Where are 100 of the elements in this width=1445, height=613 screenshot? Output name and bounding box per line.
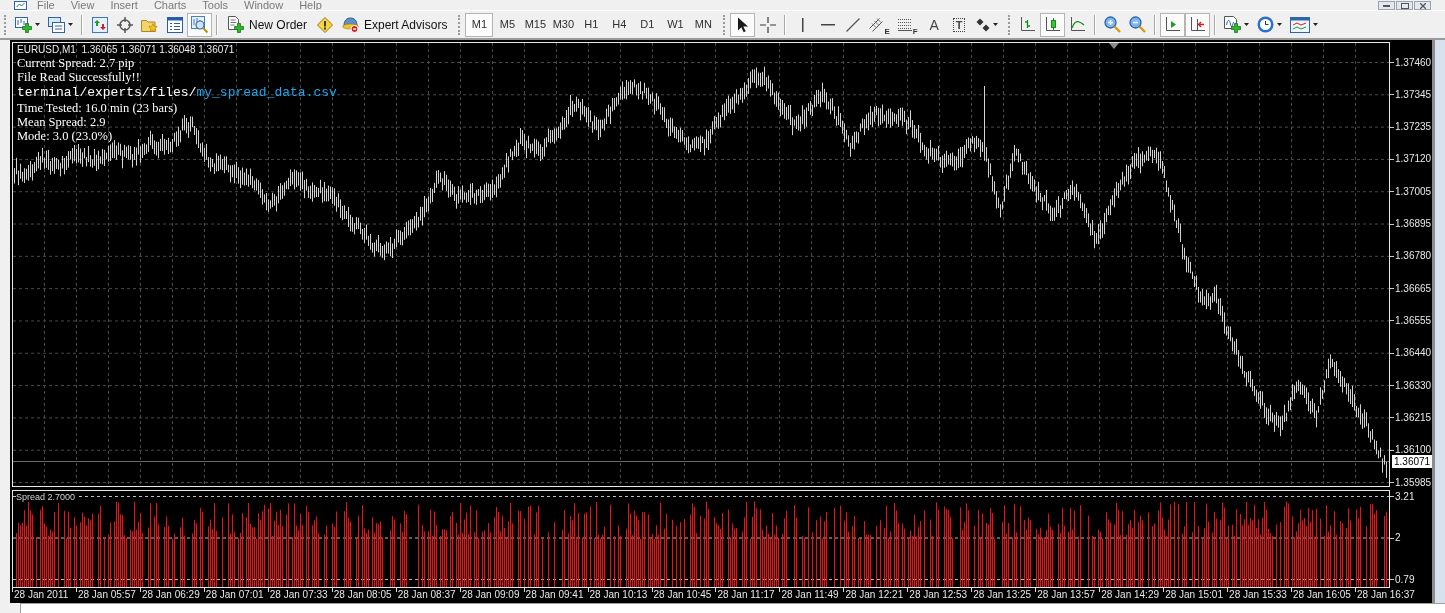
indicator-axis-label: 2	[1395, 532, 1401, 543]
cursor-button[interactable]	[730, 12, 756, 37]
bar-chart-icon	[1019, 16, 1036, 33]
comment-line: Current Spread: 2.7 pip	[17, 56, 135, 70]
hatched-channel-icon	[869, 17, 884, 32]
time-label: 28 Jan 10:13	[589, 589, 648, 601]
menu-item[interactable]: View	[70, 0, 95, 10]
clock-icon	[1256, 16, 1274, 33]
warning-icon	[316, 16, 333, 33]
timeframe-tab[interactable]: M30	[549, 12, 578, 37]
price-label: 1.36100	[1395, 444, 1432, 456]
candlesticks-button[interactable]	[1039, 12, 1065, 37]
template-icon	[1289, 16, 1310, 33]
timeframe-tab[interactable]: M5	[493, 12, 522, 37]
channel-button[interactable]: E	[865, 12, 894, 37]
time-label: 28 Jan 15:01	[1165, 589, 1223, 601]
menu-item[interactable]: Charts	[153, 0, 187, 10]
caret-icon	[1312, 23, 1318, 26]
timeframe-tab[interactable]: M1	[465, 12, 494, 37]
stacked-windows-icon	[48, 16, 65, 33]
time-label: 28 Jan 08:05	[333, 589, 392, 601]
hat-icon	[342, 16, 359, 33]
restore-button[interactable]	[1396, 1, 1413, 10]
price-label: 1.36780	[1395, 250, 1432, 262]
new-order-button[interactable]: New Order	[222, 12, 312, 37]
time-label: 28 Jan 06:29	[141, 589, 200, 601]
caret-icon	[992, 23, 998, 26]
expert-advisors-button[interactable]: Expert Advisors	[337, 12, 453, 37]
text-tool-button[interactable]: A	[921, 12, 947, 37]
caret-icon	[68, 23, 73, 26]
comment-line: Mode: 3.0 (23.0%)	[17, 129, 113, 143]
price-label: 1.36895	[1395, 218, 1432, 230]
fibonacci-button[interactable]: F	[893, 12, 922, 37]
timeframe-tab[interactable]: D1	[633, 12, 662, 37]
target-icon	[116, 16, 133, 33]
vertical-line-icon	[801, 17, 804, 32]
indicator-plus-icon	[1223, 16, 1241, 33]
timeframe-tab[interactable]: MN	[689, 12, 718, 37]
caret-icon	[35, 23, 40, 26]
time-label: 28 Jan 12:53	[909, 589, 968, 601]
menu-item[interactable]: Tools	[202, 0, 228, 10]
timeframe-tab[interactable]: H4	[605, 12, 634, 37]
timeframe-tab[interactable]: H1	[577, 12, 606, 37]
close-icon	[1419, 2, 1426, 9]
price-label: 1.36555	[1395, 314, 1432, 326]
time-label: 28 Jan 09:09	[461, 589, 520, 601]
menu-item[interactable]: Window	[244, 0, 284, 10]
document-plus-icon	[227, 16, 244, 33]
caret-icon	[1243, 23, 1249, 26]
price-label: 1.37235	[1395, 121, 1432, 133]
folder-path: terminal/experts/files/	[17, 84, 197, 101]
time-label: 28 Jan 11:49	[781, 589, 839, 601]
time-label: 28 Jan 14:29	[1101, 589, 1159, 601]
price-label: 1.36665	[1395, 282, 1432, 294]
chart-plus-icon	[15, 16, 32, 33]
auto-scroll-icon	[1189, 16, 1206, 33]
timeframe-tab[interactable]: W1	[661, 12, 690, 37]
minimize-button[interactable]	[1378, 1, 1395, 10]
time-label: 28 Jan 12:21	[845, 589, 904, 601]
arrow-diamonds-icon	[975, 17, 990, 32]
minimize-icon	[1383, 4, 1390, 7]
chart-shift-icon	[1164, 16, 1181, 33]
chart-magnifier-icon	[191, 16, 208, 33]
candlestick-icon	[1044, 16, 1061, 33]
menu-item[interactable]: Insert	[110, 0, 138, 10]
time-label: 28 Jan 13:57	[1037, 589, 1096, 601]
price-label: 1.36330	[1395, 379, 1432, 391]
current-price-label: 1.36071	[1392, 455, 1432, 468]
zoom-in-icon	[1103, 16, 1121, 33]
comment-line: Time Tested: 16.0 min (23 bars)	[17, 101, 178, 115]
file-name: my_spread_data.csv	[196, 84, 337, 101]
toolbar-grip[interactable]	[4, 14, 7, 35]
timeframe-tab[interactable]: M15	[521, 12, 550, 37]
time-label: 28 Jan 13:25	[973, 589, 1032, 601]
comment-line: Mean Spread: 2.9	[17, 115, 106, 129]
crosshair-icon	[759, 16, 776, 33]
text-label-button[interactable]: T	[946, 12, 972, 37]
time-label: 28 Jan 15:33	[1229, 589, 1287, 601]
price-label: 1.37460	[1395, 56, 1432, 68]
menu-item[interactable]: File	[37, 0, 55, 10]
time-label: 28 Jan 2011	[14, 589, 69, 601]
menu-item[interactable]: Help	[299, 0, 322, 10]
toolbar-grip[interactable]	[458, 14, 462, 35]
indicator-axis-label: 3.21	[1395, 490, 1415, 502]
price-label: 1.35985	[1395, 476, 1432, 488]
chart-header: EURUSD,M1 1.36065 1.36071 1.36048 1.36071	[17, 44, 235, 56]
toolbar-grip[interactable]	[1007, 14, 1011, 35]
time-label: 28 Jan 07:01	[205, 589, 264, 601]
strategy-tester-button[interactable]	[187, 12, 212, 37]
price-label: 1.37005	[1395, 185, 1432, 197]
list-window-icon	[166, 16, 183, 33]
toolbar-grip[interactable]	[723, 14, 727, 35]
time-label: 28 Jan 07:33	[269, 589, 328, 601]
horizontal-line-icon	[820, 23, 835, 26]
auto-scroll-button[interactable]	[1184, 12, 1210, 37]
chart-shift-button[interactable]	[1159, 12, 1185, 37]
price-label: 1.36440	[1395, 347, 1432, 359]
dotted-lines-icon	[897, 18, 912, 31]
time-label: 28 Jan 09:41	[525, 589, 584, 601]
close-button[interactable]	[1414, 1, 1431, 10]
